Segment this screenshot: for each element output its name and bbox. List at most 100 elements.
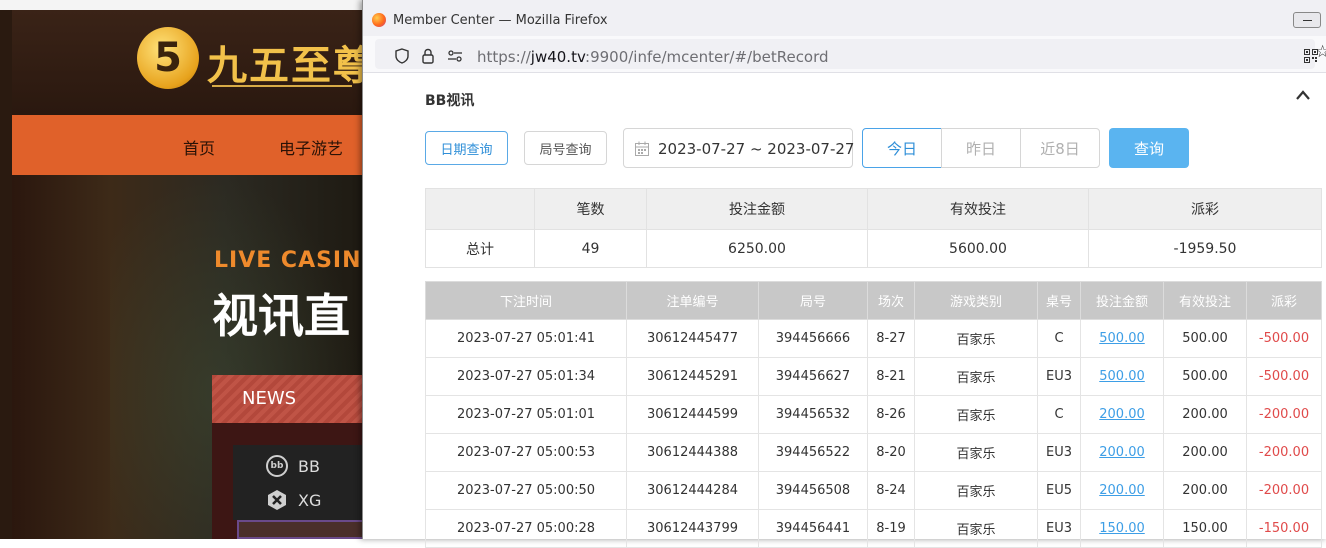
cell-game-type: 百家乐	[914, 433, 1038, 472]
header-payout: 派彩	[1246, 281, 1322, 320]
cell-bet-amount[interactable]: 500.00	[1080, 357, 1164, 396]
cell-round-no: 394456522	[758, 433, 868, 472]
header-session: 场次	[867, 281, 915, 320]
cell-bet-time: 2023-07-27 05:00:28	[425, 509, 627, 548]
url-scheme: https://	[477, 48, 531, 66]
summary-header-payout: 派彩	[1088, 188, 1322, 230]
url-path: :9900/infe/mcenter/#/betRecord	[585, 48, 829, 66]
firefox-window: Member Center — Mozilla Firefox https://…	[362, 0, 1326, 548]
table-row: 2023-07-27 05:01:01 30612444599 394456532 8…	[425, 395, 1322, 434]
site-left-edge	[0, 10, 12, 539]
chevron-up-icon[interactable]	[1296, 89, 1310, 103]
yesterday-button[interactable]: 昨日	[941, 128, 1021, 168]
cell-table-no: C	[1037, 395, 1081, 434]
cell-bet-amount[interactable]: 200.00	[1080, 395, 1164, 434]
header-round-no: 局号	[758, 281, 868, 320]
bet-records-table: 下注时间 注单编号 局号 场次 游戏类别 桌号 投注金额 有效投注 派彩 202…	[425, 281, 1322, 548]
today-button[interactable]: 今日	[862, 128, 942, 168]
cell-valid-bet: 500.00	[1163, 357, 1247, 396]
table-row: 2023-07-27 05:00:28 30612443799 394456441 8…	[425, 509, 1322, 548]
summary-table: 笔数 投注金额 有效投注 派彩 总计 49 6250.00 5600.00 -1…	[425, 188, 1322, 268]
cell-order-no: 30612445291	[626, 357, 759, 396]
cell-bet-amount[interactable]: 150.00	[1080, 509, 1164, 548]
minimize-icon	[1303, 20, 1312, 21]
records-header-row: 下注时间 注单编号 局号 场次 游戏类别 桌号 投注金额 有效投注 派彩	[425, 281, 1322, 320]
nav-item-home[interactable]: 首页	[183, 135, 215, 159]
site-logo-icon[interactable]: 5	[137, 27, 199, 89]
date-query-button[interactable]: 日期查询	[425, 131, 508, 165]
cell-order-no: 30612444388	[626, 433, 759, 472]
summary-payout: -1959.50	[1088, 229, 1322, 268]
nav-item-slots[interactable]: 电子游艺	[279, 135, 343, 159]
summary-total-row: 总计 49 6250.00 5600.00 -1959.50	[425, 229, 1322, 268]
tracking-shield-icon[interactable]	[395, 48, 409, 64]
cell-table-no: EU3	[1037, 357, 1081, 396]
cell-round-no: 394456627	[758, 357, 868, 396]
table-row: 2023-07-27 05:01:34 30612445291 394456627 8…	[425, 357, 1322, 396]
cell-game-type: 百家乐	[914, 471, 1038, 510]
summary-header-blank	[425, 188, 535, 230]
cell-valid-bet: 150.00	[1163, 509, 1247, 548]
bb-chip-icon: bb	[266, 455, 288, 477]
cell-bet-amount[interactable]: 500.00	[1080, 319, 1164, 358]
cell-valid-bet: 500.00	[1163, 319, 1247, 358]
site-logo-text[interactable]: 九五至尊	[207, 33, 375, 91]
cell-order-no: 30612444284	[626, 471, 759, 510]
cell-bet-amount[interactable]: 200.00	[1080, 471, 1164, 510]
cell-payout: -500.00	[1246, 319, 1322, 358]
summary-valid: 5600.00	[867, 229, 1089, 268]
header-bet-time: 下注时间	[425, 281, 627, 320]
cell-round-no: 394456532	[758, 395, 868, 434]
url-field[interactable]: https://jw40.tv:9900/infe/mcenter/#/betR…	[375, 39, 1318, 69]
cell-bet-time: 2023-07-27 05:01:01	[425, 395, 627, 434]
url-text[interactable]: https://jw40.tv:9900/infe/mcenter/#/betR…	[477, 48, 829, 66]
round-query-button[interactable]: 局号查询	[524, 131, 607, 165]
cell-payout: -150.00	[1246, 509, 1322, 548]
provider-item-bb[interactable]: BB	[298, 457, 320, 476]
lock-icon[interactable]	[422, 48, 434, 64]
date-range-picker[interactable]: 2023-07-27 ~ 2023-07-27	[623, 128, 854, 168]
table-row: 2023-07-27 05:00:50 30612444284 394456508 8…	[425, 471, 1322, 510]
firefox-logo-icon	[372, 13, 386, 27]
hero-title: 视讯直	[212, 289, 350, 343]
bookmark-star-icon[interactable]: ☆	[1315, 42, 1326, 62]
last-8-days-button[interactable]: 近8日	[1020, 128, 1100, 168]
cell-game-type: 百家乐	[914, 319, 1038, 358]
url-toolbar: https://jw40.tv:9900/infe/mcenter/#/betR…	[363, 36, 1326, 73]
cell-round-no: 394456441	[758, 509, 868, 548]
cell-game-type: 百家乐	[914, 509, 1038, 548]
cell-game-type: 百家乐	[914, 357, 1038, 396]
summary-count: 49	[534, 229, 647, 268]
provider-item-xg[interactable]: XG	[298, 491, 321, 510]
cell-session: 8-21	[867, 357, 915, 396]
cell-bet-time: 2023-07-27 05:00:53	[425, 433, 627, 472]
cell-valid-bet: 200.00	[1163, 433, 1247, 472]
cell-payout: -200.00	[1246, 395, 1322, 434]
summary-label: 总计	[425, 229, 535, 268]
cell-bet-amount[interactable]: 200.00	[1080, 433, 1164, 472]
provider-thumbnail	[237, 520, 365, 539]
cell-table-no: EU5	[1037, 471, 1081, 510]
calendar-icon	[635, 141, 649, 156]
cell-valid-bet: 200.00	[1163, 471, 1247, 510]
cell-session: 8-24	[867, 471, 915, 510]
cell-table-no: EU3	[1037, 509, 1081, 548]
cell-payout: -500.00	[1246, 357, 1322, 396]
minimize-button[interactable]	[1293, 12, 1321, 28]
cell-round-no: 394456508	[758, 471, 868, 510]
window-titlebar[interactable]: Member Center — Mozilla Firefox	[363, 0, 1326, 36]
cell-session: 8-19	[867, 509, 915, 548]
summary-bet: 6250.00	[646, 229, 868, 268]
news-label: NEWS	[242, 388, 297, 409]
logo-ornament	[212, 85, 352, 99]
cell-session: 8-27	[867, 319, 915, 358]
cell-order-no: 30612444599	[626, 395, 759, 434]
cell-order-no: 30612443799	[626, 509, 759, 548]
permissions-icon[interactable]	[447, 50, 463, 62]
cell-valid-bet: 200.00	[1163, 395, 1247, 434]
query-button[interactable]: 查询	[1109, 128, 1189, 168]
cell-bet-time: 2023-07-27 05:01:41	[425, 319, 627, 358]
table-row: 2023-07-27 05:01:41 30612445477 394456666 8…	[425, 319, 1322, 358]
cell-payout: -200.00	[1246, 433, 1322, 472]
cell-bet-time: 2023-07-27 05:00:50	[425, 471, 627, 510]
